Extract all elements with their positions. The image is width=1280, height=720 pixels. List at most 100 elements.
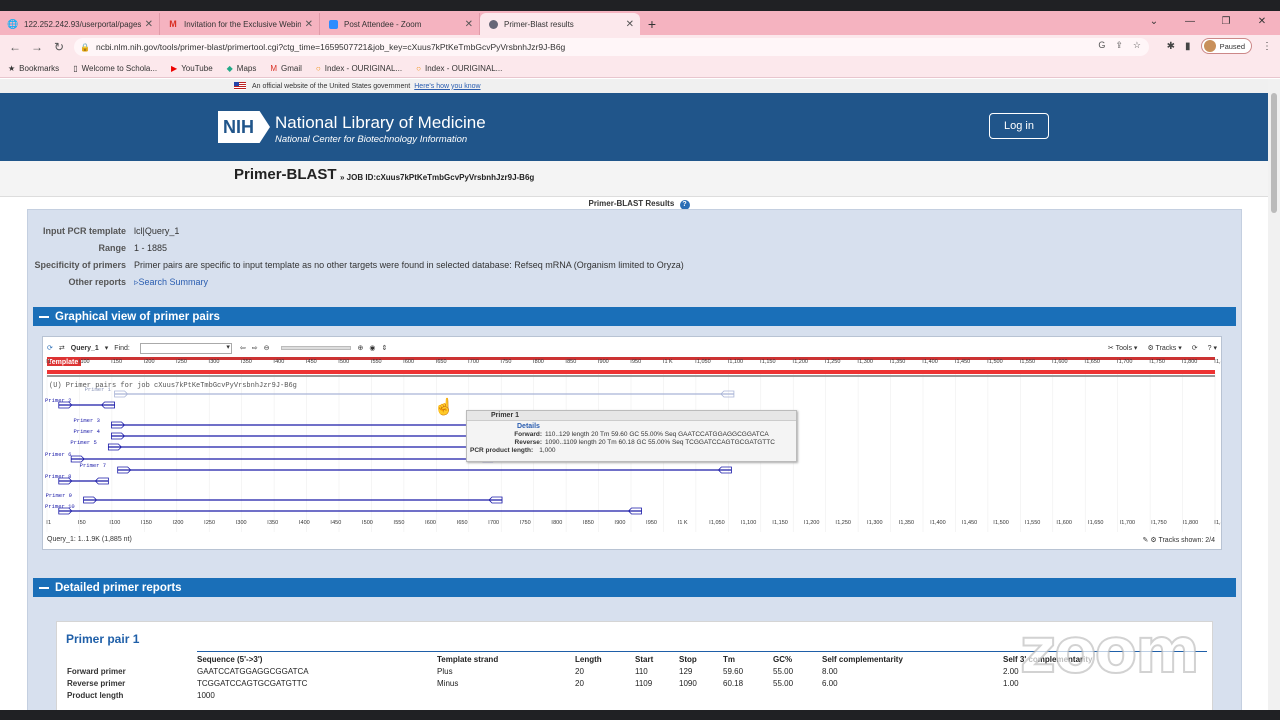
bookmark-item[interactable]: ▯ Welcome to Schola...: [73, 64, 157, 73]
google-icon[interactable]: G: [1098, 40, 1105, 51]
address-bar[interactable]: 🔒 ncbi.nlm.nih.gov/tools/primer-blast/pr…: [74, 38, 1149, 56]
title-bar: Primer-BLAST » JOB ID:cXuus7kPtKeTmbGcvP…: [0, 161, 1268, 197]
ruler-tick-label: 150: [143, 520, 152, 526]
login-button[interactable]: Log in: [989, 113, 1049, 139]
primer-tooltip[interactable]: Primer 1 Details Forward: 110..129 lengt…: [466, 410, 797, 462]
bookmark-item[interactable]: M Gmail: [270, 64, 302, 73]
table-cell: 1.00: [1003, 679, 1019, 688]
reload-icon[interactable]: ↻: [48, 40, 70, 54]
eye-icon[interactable]: ◉: [369, 344, 375, 352]
close-icon[interactable]: ✕: [626, 19, 634, 30]
close-icon[interactable]: ✕: [465, 19, 473, 30]
extensions-icon[interactable]: ✱: [1167, 41, 1175, 52]
tab-zoom[interactable]: Post Attendee - Zoom ✕: [320, 13, 480, 35]
table-cell: Minus: [437, 679, 459, 688]
bookmark-item[interactable]: ▶ YouTube: [171, 64, 213, 73]
search-summary-link[interactable]: ▹Search Summary: [134, 277, 208, 288]
collapse-icon[interactable]: [39, 586, 49, 589]
ncbi-icon: [488, 19, 498, 29]
lock-icon[interactable]: 🔒: [80, 43, 90, 52]
us-flag-icon: [234, 82, 246, 90]
table-cell: 59.60: [723, 667, 744, 676]
ruler-tick-label: 1,300: [869, 520, 883, 526]
profile-button[interactable]: Paused: [1200, 38, 1252, 54]
chevron-down-icon[interactable]: ▾: [105, 344, 109, 352]
ruler-tick-label: 1,550: [1021, 359, 1035, 365]
ruler-tick-label: 1,600: [1054, 359, 1068, 365]
arrow-left-icon[interactable]: ⇦: [240, 344, 246, 352]
chevron-down-icon[interactable]: ⌄: [1136, 11, 1172, 33]
primer-label[interactable]: Primer 4: [73, 428, 100, 435]
tab-gmail-invitation[interactable]: M Invitation for the Exclusive Webin ✕: [160, 13, 320, 35]
ruler-tick-label: 1,150: [762, 359, 776, 365]
primer-label[interactable]: Primer 9: [46, 492, 72, 499]
find-input[interactable]: [139, 342, 232, 354]
new-tab-button[interactable]: +: [640, 13, 664, 35]
close-icon[interactable]: ✕: [145, 19, 153, 30]
tab-primer-blast[interactable]: Primer-Blast results ✕: [480, 13, 640, 35]
detailed-section-header[interactable]: Detailed primer reports: [33, 578, 1236, 597]
ruler-tick-label: 200: [174, 520, 183, 526]
menu-icon[interactable]: ⋮: [1262, 41, 1272, 52]
close-icon[interactable]: ✕: [305, 19, 313, 30]
nih-logo[interactable]: NIH: [218, 111, 270, 143]
primer-label[interactable]: Primer 6: [45, 451, 71, 458]
bookmark-item[interactable]: ◆ Maps: [227, 64, 257, 73]
primer-label[interactable]: Primer 8: [45, 473, 71, 480]
help-icon[interactable]: ? ▾: [1208, 344, 1217, 352]
bookmark-item[interactable]: ○ Index - OURIGINAL...: [416, 64, 502, 73]
ruler-tick-label: 1,500: [989, 359, 1003, 365]
ruler-tick-label: 1,600: [1058, 520, 1072, 526]
tooltip-key: PCR product length:: [470, 447, 534, 454]
ruler-tick-label: 900: [616, 520, 625, 526]
collapse-icon[interactable]: [39, 315, 49, 318]
arrow-right-icon[interactable]: ⇨: [252, 344, 258, 352]
bookmark-item[interactable]: ○ Index - OURIGINAL...: [316, 64, 402, 73]
nlm-title[interactable]: National Library of Medicine: [275, 113, 486, 133]
primer-label[interactable]: Primer 5: [70, 439, 96, 446]
circle-icon: ○: [315, 63, 321, 73]
ruler-tick-label: 150: [113, 359, 122, 365]
back-icon[interactable]: ←: [4, 40, 26, 54]
tab-userportal[interactable]: 🌐 122.252.242.93/userportal/pages ✕: [0, 13, 160, 35]
forward-icon[interactable]: →: [26, 40, 48, 54]
close-window-icon[interactable]: ✕: [1244, 11, 1280, 33]
sync-icon[interactable]: ⇄: [59, 344, 65, 352]
gear-icon[interactable]: ⚙: [1150, 537, 1156, 544]
scrollbar-thumb[interactable]: [1271, 93, 1277, 213]
info-label: Other reports: [68, 277, 126, 287]
zoom-in-icon[interactable]: ⊕: [357, 344, 363, 352]
sequence-viewer[interactable]: ⟳ ⇄ Query_1 ▾ Find: ⇦ ⇨ ⊖ ⊕ ◉ ⇕ ✂ Tools …: [42, 336, 1222, 550]
ruler-tick-label: 500: [340, 359, 349, 365]
refresh-icon[interactable]: ⟳: [47, 344, 53, 352]
os-bottom-bar: [0, 710, 1280, 720]
row-label: Reverse primer: [67, 679, 126, 688]
share-icon[interactable]: ⇪: [1115, 40, 1123, 51]
nlm-header: NIH National Library of Medicine Nationa…: [0, 93, 1268, 161]
tracks-menu[interactable]: ⚙ Tracks ▾: [1147, 344, 1181, 352]
reload-icon[interactable]: ⟳: [1192, 344, 1198, 352]
info-row-range: Range 1 - 1885: [28, 243, 1128, 253]
fit-icon[interactable]: ⇕: [381, 344, 387, 352]
zoom-slider[interactable]: [281, 346, 352, 350]
star-icon[interactable]: ☆: [1133, 40, 1141, 51]
minimize-icon[interactable]: —: [1172, 11, 1208, 33]
primer-label[interactable]: Primer 2: [45, 397, 71, 404]
ruler-tick-label: 650: [437, 359, 446, 365]
gov-banner-link[interactable]: Here's how you know: [414, 83, 480, 90]
tools-menu[interactable]: ✂ Tools ▾: [1108, 344, 1138, 352]
pencil-icon[interactable]: ✎: [1143, 537, 1149, 544]
ruler-tick-label: 1,400: [924, 359, 938, 365]
primer-label[interactable]: Primer 7: [80, 462, 106, 469]
graphical-section-header[interactable]: Graphical view of primer pairs: [33, 307, 1236, 326]
zoom-out-icon[interactable]: ⊖: [264, 344, 270, 352]
restore-icon[interactable]: ❐: [1208, 11, 1244, 33]
page-scrollbar[interactable]: [1268, 79, 1280, 720]
primer-label[interactable]: Primer 1: [85, 386, 112, 393]
primer-label[interactable]: Primer 3: [73, 417, 99, 424]
ruler-tick-label: 400: [275, 359, 284, 365]
sequence-select[interactable]: Query_1: [71, 345, 99, 352]
ruler-tick-label: 50: [80, 520, 86, 526]
bookmark-folder[interactable]: ★ Bookmarks: [8, 64, 59, 73]
sidepanel-icon[interactable]: ▮: [1185, 41, 1191, 52]
